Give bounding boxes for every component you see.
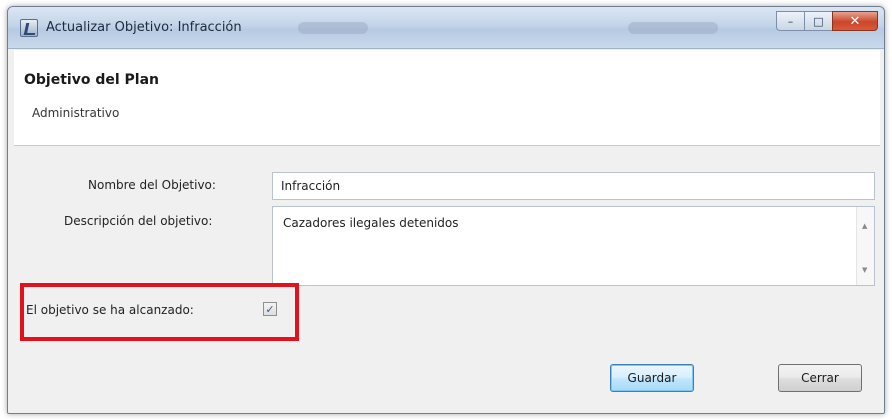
header-subtitle: Administrativo xyxy=(32,106,120,120)
maximize-icon: □ xyxy=(813,14,824,28)
save-button[interactable]: Guardar xyxy=(610,364,694,392)
title-bar[interactable]: Actualizar Objetivo: Infracción – □ ✕ xyxy=(8,7,884,49)
close-button[interactable]: Cerrar xyxy=(778,364,862,392)
objective-name-label: Nombre del Objetivo: xyxy=(88,178,216,192)
header-panel: Objetivo del Plan Administrativo xyxy=(14,50,880,146)
objective-description-textarea[interactable]: Cazadores ilegales detenidos ▲ ▼ xyxy=(272,206,875,286)
window-title: Actualizar Objetivo: Infracción xyxy=(46,20,242,35)
app-icon xyxy=(20,19,38,37)
close-window-button[interactable]: ✕ xyxy=(832,11,878,31)
objective-description-label: Descripción del objetivo: xyxy=(64,214,213,228)
description-scrollbar[interactable]: ▲ ▼ xyxy=(856,207,874,285)
description-text: Cazadores ilegales detenidos xyxy=(283,216,459,230)
objective-name-input[interactable] xyxy=(272,172,875,200)
blurred-title-region xyxy=(628,22,718,34)
header-title: Objetivo del Plan xyxy=(24,72,159,88)
minimize-button[interactable]: – xyxy=(776,11,804,31)
blurred-title-region xyxy=(298,22,368,34)
minimize-icon: – xyxy=(787,14,794,28)
highlight-annotation xyxy=(20,283,299,341)
maximize-button[interactable]: □ xyxy=(804,11,832,31)
dialog-window: Actualizar Objetivo: Infracción – □ ✕ Ob… xyxy=(7,6,885,414)
close-icon: ✕ xyxy=(849,13,861,29)
scroll-down-icon[interactable]: ▼ xyxy=(862,267,867,274)
caption-buttons: – □ ✕ xyxy=(776,11,878,31)
scroll-up-icon[interactable]: ▲ xyxy=(862,223,867,230)
